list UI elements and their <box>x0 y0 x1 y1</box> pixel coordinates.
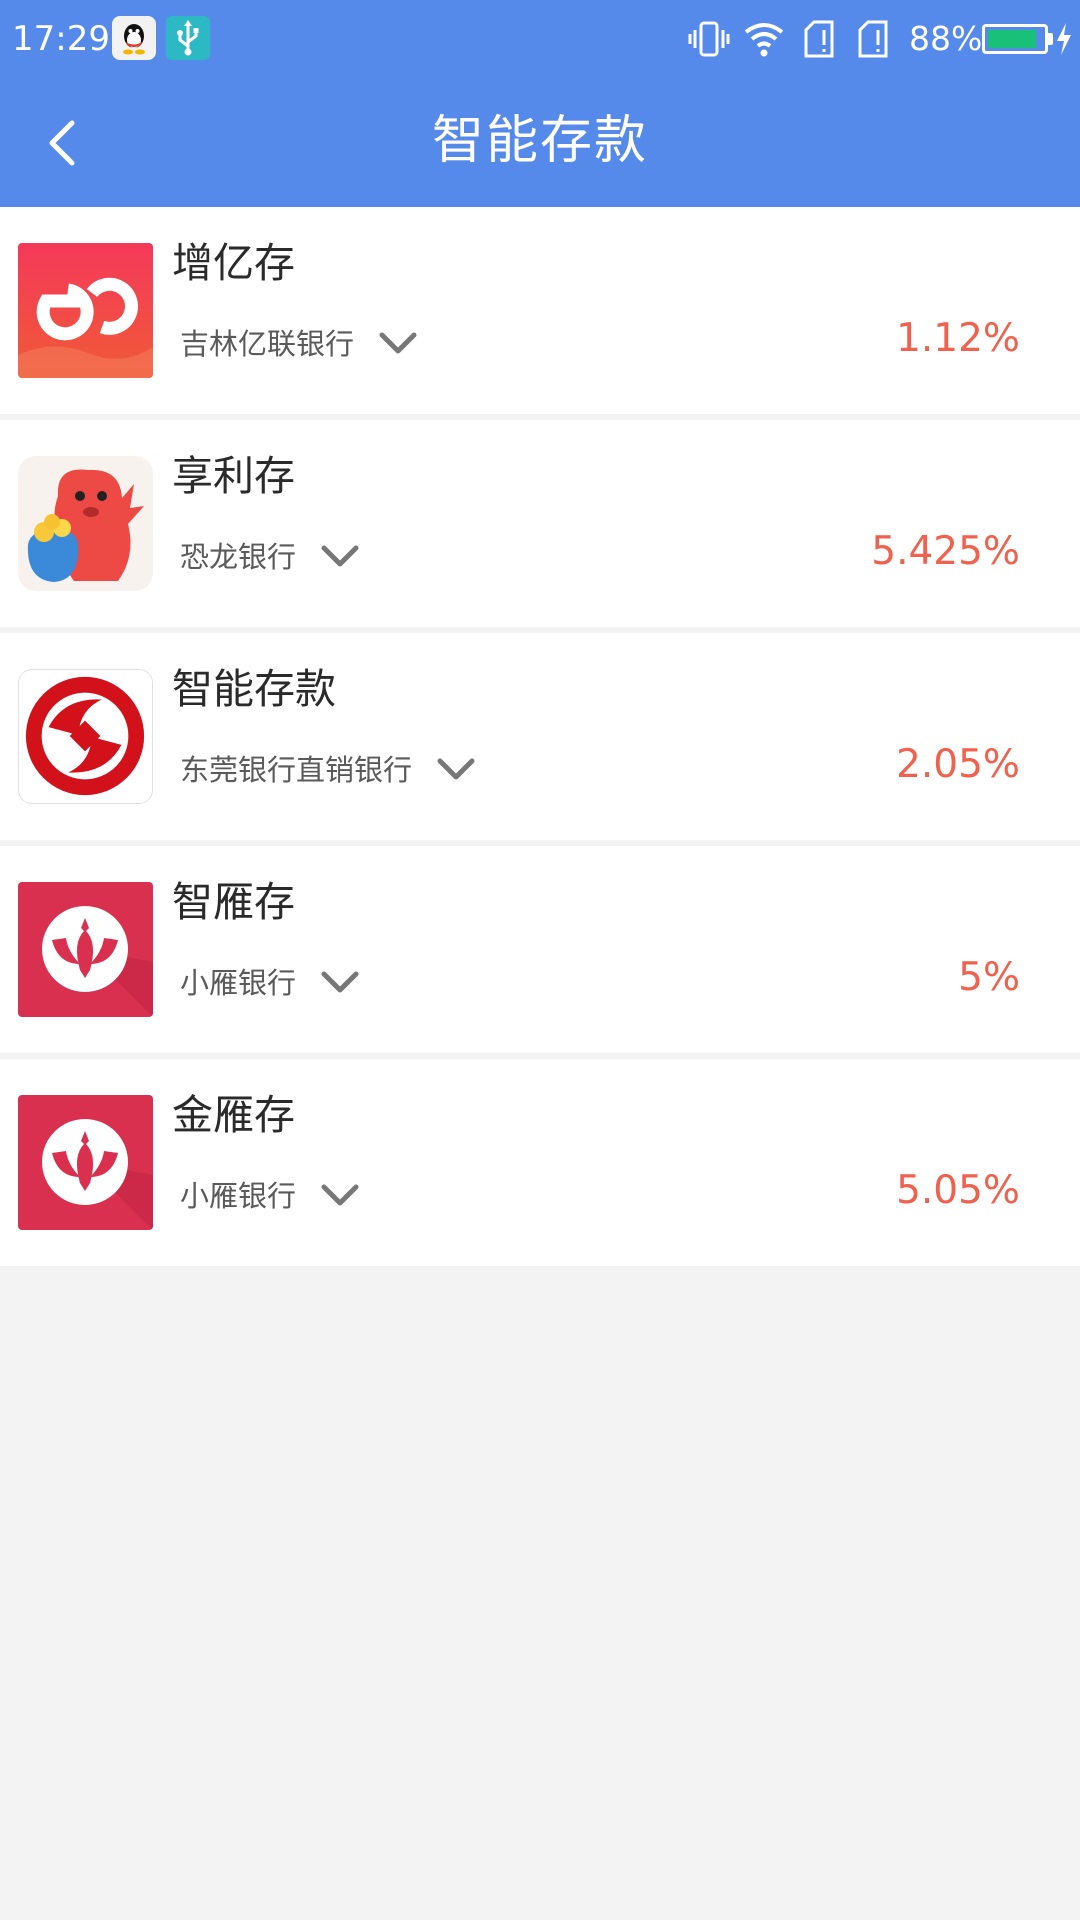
product-name: 智能存款 <box>172 665 336 713</box>
qq-icon <box>112 16 156 60</box>
usb-icon <box>166 16 210 60</box>
interest-rate: 1.12% <box>896 316 1020 361</box>
product-card[interactable]: 智能存款 东莞银行直销银行 2.05% <box>0 633 1080 840</box>
charging-icon <box>1054 22 1074 60</box>
xiaoyan-bank-logo <box>18 1095 153 1230</box>
chevron-down-icon <box>321 971 359 993</box>
status-time: 17:29 <box>12 19 110 59</box>
chevron-down-icon <box>321 545 359 567</box>
bank-name: 小雁银行 <box>180 1179 297 1213</box>
yilian-bank-logo <box>18 243 153 378</box>
product-list: 增亿存 吉林亿联银行 1.12% 享利存 恐龙银行 5.425% 智能存款 东莞… <box>0 207 1080 1272</box>
chevron-down-icon <box>437 758 475 780</box>
chevron-down-icon <box>321 1184 359 1206</box>
bank-selector[interactable]: 吉林亿联银行 <box>180 319 418 369</box>
product-card[interactable]: 金雁存 小雁银行 5.05% <box>0 1059 1080 1266</box>
bank-selector[interactable]: 小雁银行 <box>180 958 360 1008</box>
page-title: 智能存款 <box>431 111 648 171</box>
interest-rate: 5.425% <box>871 529 1020 574</box>
battery-percent: 88% <box>909 19 983 58</box>
battery-tip <box>1048 33 1053 45</box>
status-bar: 17:29 88% <box>0 0 1080 78</box>
interest-rate: 5% <box>958 955 1020 1000</box>
dinosaur-bank-logo <box>18 456 153 591</box>
app-bar: 智能存款 <box>0 78 1080 207</box>
bank-selector[interactable]: 东莞银行直销银行 <box>180 745 476 795</box>
bank-name: 东莞银行直销银行 <box>180 753 413 787</box>
bank-name: 小雁银行 <box>180 966 297 1000</box>
product-card[interactable]: 享利存 恐龙银行 5.425% <box>0 420 1080 627</box>
bank-name: 吉林亿联银行 <box>180 327 355 361</box>
bank-selector[interactable]: 小雁银行 <box>180 1171 360 1221</box>
bank-name: 恐龙银行 <box>180 540 297 574</box>
sim1-icon <box>802 18 840 64</box>
product-card[interactable]: 增亿存 吉林亿联银行 1.12% <box>0 207 1080 414</box>
battery-icon <box>982 24 1048 54</box>
product-name: 金雁存 <box>172 1091 295 1139</box>
product-card[interactable]: 智雁存 小雁银行 5% <box>0 846 1080 1053</box>
xiaoyan-bank-logo <box>18 882 153 1017</box>
product-name: 享利存 <box>172 452 295 500</box>
interest-rate: 5.05% <box>896 1168 1020 1213</box>
interest-rate: 2.05% <box>896 742 1020 787</box>
dongguan-bank-logo <box>18 669 153 804</box>
wifi-icon <box>742 18 786 64</box>
product-name: 智雁存 <box>172 878 295 926</box>
sim2-icon <box>856 18 894 64</box>
bank-selector[interactable]: 恐龙银行 <box>180 532 360 582</box>
product-name: 增亿存 <box>172 239 295 287</box>
vibrate-icon <box>688 18 730 64</box>
battery-level <box>988 30 1036 48</box>
chevron-down-icon <box>379 332 417 354</box>
